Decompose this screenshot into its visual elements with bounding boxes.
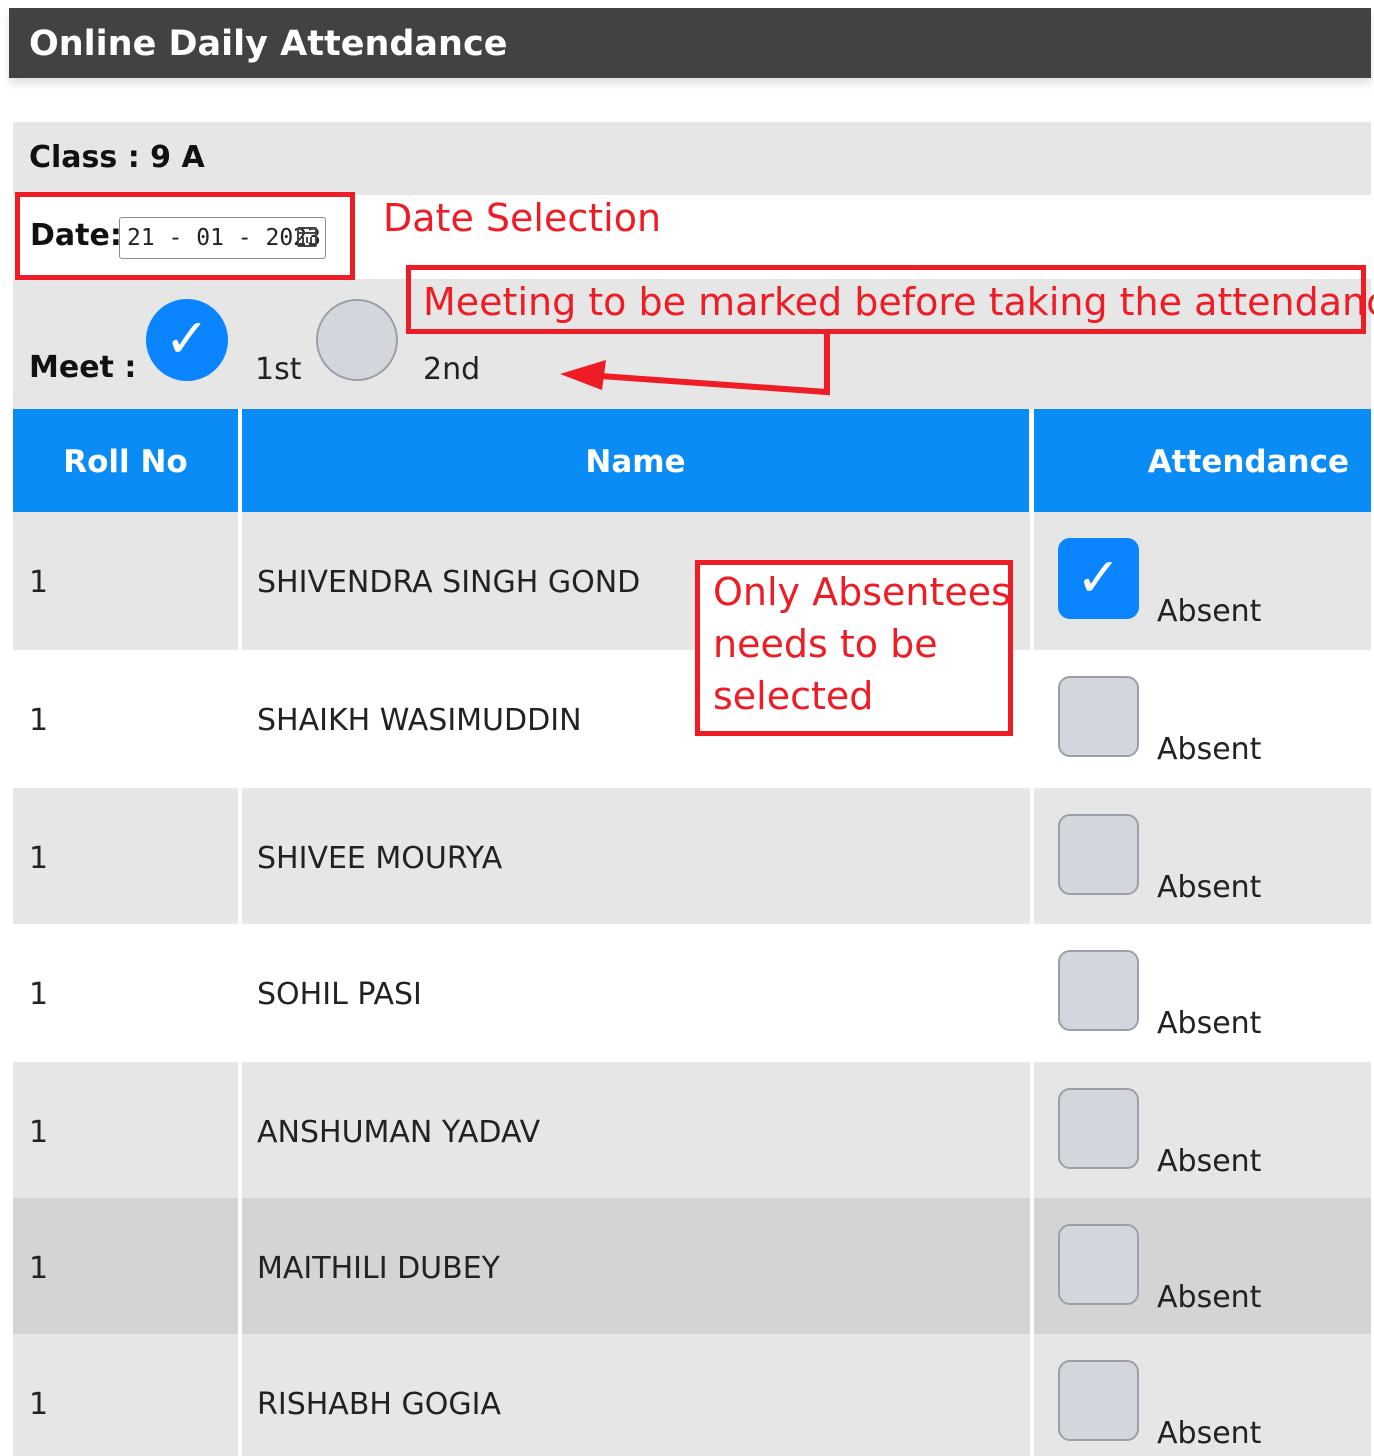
column-divider (1030, 1334, 1034, 1456)
student-name-cell: SOHIL PASI (257, 977, 422, 1012)
roll-no-cell: 1 (29, 1115, 49, 1150)
student-name-cell: RISHABH GOGIA (257, 1387, 501, 1422)
meet-2nd-radio[interactable] (316, 299, 398, 381)
student-name-cell: SHIVENDRA SINGH GOND (257, 565, 641, 600)
absentees-note-line1: Only Absentees (713, 570, 1011, 614)
column-divider (238, 512, 242, 650)
absent-label: Absent (1157, 870, 1262, 905)
table-row: 1 SOHIL PASI Absent (13, 924, 1371, 1062)
roll-no-cell: 1 (29, 1387, 49, 1422)
column-divider (1030, 1062, 1034, 1198)
roll-no-cell: 1 (29, 841, 49, 876)
column-divider (238, 788, 242, 924)
table-row: 1 SHAIKH WASIMUDDIN Absent (13, 650, 1371, 788)
meet-1st-label: 1st (255, 352, 302, 387)
table-row: 1 RISHABH GOGIA Absent (13, 1334, 1371, 1456)
table-row: 1 SHIVEE MOURYA Absent (13, 788, 1371, 924)
table-row: 1 ANSHUMAN YADAV Absent (13, 1062, 1371, 1198)
column-divider (238, 1062, 242, 1198)
table-row: 1 MAITHILI DUBEY Absent (13, 1198, 1371, 1334)
student-name-cell: SHAIKH WASIMUDDIN (257, 703, 582, 738)
column-divider (238, 650, 242, 788)
column-divider (238, 924, 242, 1062)
meeting-note-annotation: Meeting to be marked before taking the a… (423, 280, 1374, 324)
check-icon: ✓ (1075, 546, 1122, 609)
header-roll-no: Roll No (13, 409, 238, 512)
column-divider (1030, 1198, 1034, 1334)
meet-2nd-label: 2nd (423, 352, 481, 387)
roll-no-cell: 1 (29, 977, 49, 1012)
student-name-cell: MAITHILI DUBEY (257, 1251, 501, 1286)
column-divider (1030, 788, 1034, 924)
page-title: Online Daily Attendance (9, 8, 1371, 78)
date-selection-annotation: Date Selection (383, 196, 662, 240)
column-divider (1030, 512, 1034, 650)
absent-checkbox[interactable] (1058, 950, 1139, 1031)
class-band (13, 122, 1371, 195)
column-divider (238, 1198, 242, 1334)
absent-checkbox[interactable] (1058, 814, 1139, 895)
roll-no-cell: 1 (29, 703, 49, 738)
table-row: 1 SHIVENDRA SINGH GOND ✓ Absent (13, 512, 1371, 650)
absent-checkbox[interactable] (1058, 1360, 1139, 1441)
column-divider (1030, 924, 1034, 1062)
absent-checkbox[interactable] (1058, 1224, 1139, 1305)
absent-label: Absent (1157, 1416, 1262, 1451)
student-name-cell: SHIVEE MOURYA (257, 841, 503, 876)
absent-label: Absent (1157, 1006, 1262, 1041)
check-icon: ✓ (164, 307, 210, 370)
meet-1st-radio[interactable]: ✓ (146, 299, 228, 381)
absent-checkbox[interactable] (1058, 1088, 1139, 1169)
header-attendance: Attendance (1034, 409, 1371, 512)
column-divider (1030, 650, 1034, 788)
absent-label: Absent (1157, 1280, 1262, 1315)
absent-checkbox[interactable] (1058, 676, 1139, 757)
absentees-note-line2: needs to be (713, 622, 938, 666)
roll-no-cell: 1 (29, 565, 49, 600)
absent-checkbox[interactable]: ✓ (1058, 538, 1139, 619)
class-label: Class : 9 A (29, 140, 205, 175)
absent-label: Absent (1157, 732, 1262, 767)
column-divider (238, 1334, 242, 1456)
roll-no-cell: 1 (29, 1251, 49, 1286)
meet-label: Meet : (29, 350, 137, 385)
date-highlight-box (15, 192, 355, 280)
absent-label: Absent (1157, 594, 1262, 629)
header-name: Name (242, 409, 1029, 512)
absentees-note-line3: selected (713, 674, 874, 718)
absent-label: Absent (1157, 1144, 1262, 1179)
student-name-cell: ANSHUMAN YADAV (257, 1115, 541, 1150)
